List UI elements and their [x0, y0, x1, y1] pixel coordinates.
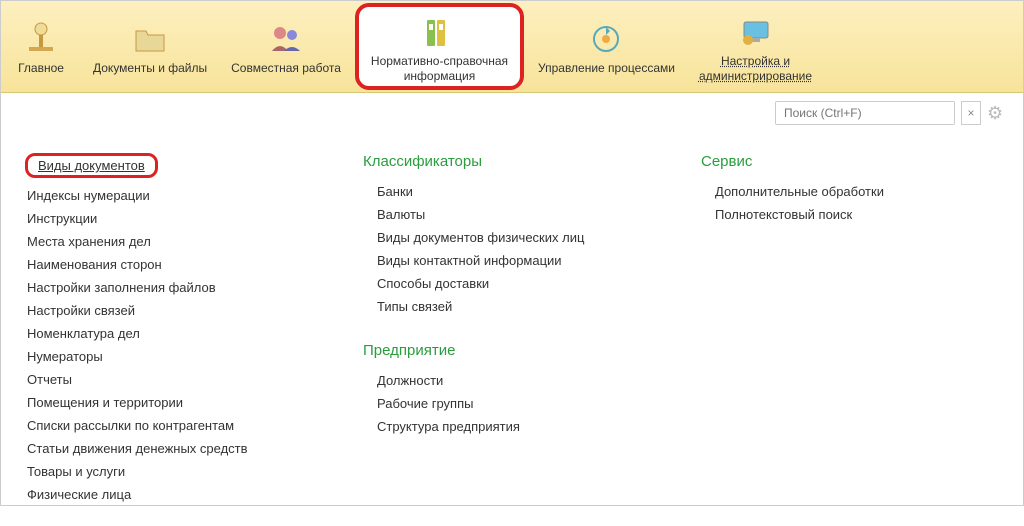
- enterprise-list: Должности Рабочие группы Структура предп…: [363, 369, 661, 438]
- list-item[interactable]: Рабочие группы: [363, 392, 661, 415]
- list-item[interactable]: Типы связей: [363, 295, 661, 318]
- list-item[interactable]: Полнотекстовый поиск: [701, 203, 999, 226]
- list-item[interactable]: Виды документов физических лиц: [363, 226, 661, 249]
- search-input[interactable]: [775, 101, 955, 125]
- folder-icon: [132, 21, 168, 57]
- section-title-classifiers: Классификаторы: [363, 153, 661, 170]
- list-item[interactable]: Места хранения дел: [25, 230, 323, 253]
- toolbar-reference[interactable]: Нормативно-справочная информация: [355, 3, 524, 90]
- list-item[interactable]: Номенклатура дел: [25, 322, 323, 345]
- people-icon: [268, 21, 304, 57]
- col1-list: Индексы нумерации Инструкции Места хране…: [25, 184, 323, 506]
- toolbar-collab-label: Совместная работа: [231, 61, 341, 75]
- list-item[interactable]: Помещения и территории: [25, 391, 323, 414]
- toolbar-process-label: Управление процессами: [538, 61, 675, 75]
- search-bar: × ⚙: [1, 93, 1023, 133]
- main-toolbar: Главное Документы и файлы Совместная раб…: [1, 1, 1023, 93]
- list-item[interactable]: Инструкции: [25, 207, 323, 230]
- toolbar-reference-label: Нормативно-справочная информация: [371, 54, 508, 83]
- list-item[interactable]: Физические лица: [25, 483, 323, 506]
- list-item[interactable]: Нумераторы: [25, 345, 323, 368]
- list-item[interactable]: Должности: [363, 369, 661, 392]
- list-item[interactable]: Наименования сторон: [25, 253, 323, 276]
- section-service: Сервис Дополнительные обработки Полнотек…: [701, 153, 999, 226]
- list-item[interactable]: Дополнительные обработки: [701, 180, 999, 203]
- toolbar-settings-label: Настройка и администрирование: [699, 54, 812, 83]
- service-list: Дополнительные обработки Полнотекстовый …: [701, 180, 999, 226]
- section-title-service: Сервис: [701, 153, 999, 170]
- classifiers-list: Банки Валюты Виды документов физических …: [363, 180, 661, 318]
- list-item[interactable]: Настройки заполнения файлов: [25, 276, 323, 299]
- column-3: Сервис Дополнительные обработки Полнотек…: [701, 153, 999, 506]
- content-area: Виды документов Индексы нумерации Инстру…: [1, 133, 1023, 526]
- toolbar-collab[interactable]: Совместная работа: [219, 1, 353, 92]
- monitor-icon: [738, 14, 774, 50]
- list-item[interactable]: Структура предприятия: [363, 415, 661, 438]
- list-item[interactable]: Статьи движения денежных средств: [25, 437, 323, 460]
- list-item[interactable]: Настройки связей: [25, 299, 323, 322]
- list-item[interactable]: Способы доставки: [363, 272, 661, 295]
- featured-link-document-types[interactable]: Виды документов: [25, 153, 158, 178]
- section-title-enterprise: Предприятие: [363, 342, 661, 359]
- list-item[interactable]: Списки рассылки по контрагентам: [25, 414, 323, 437]
- list-item[interactable]: Валюты: [363, 203, 661, 226]
- workflow-icon: [588, 21, 624, 57]
- section-classifiers: Классификаторы Банки Валюты Виды докумен…: [363, 153, 661, 318]
- binders-icon: [421, 14, 457, 50]
- list-item[interactable]: Банки: [363, 180, 661, 203]
- toolbar-main[interactable]: Главное: [1, 1, 81, 92]
- search-clear-button[interactable]: ×: [961, 101, 981, 125]
- toolbar-process[interactable]: Управление процессами: [526, 1, 687, 92]
- scale-icon: [23, 21, 59, 57]
- column-1: Виды документов Индексы нумерации Инстру…: [25, 153, 323, 506]
- gear-icon[interactable]: ⚙: [987, 103, 1007, 123]
- column-2: Классификаторы Банки Валюты Виды докумен…: [363, 153, 661, 506]
- toolbar-main-label: Главное: [18, 61, 64, 75]
- list-item[interactable]: Товары и услуги: [25, 460, 323, 483]
- toolbar-docs[interactable]: Документы и файлы: [81, 1, 219, 92]
- toolbar-settings[interactable]: Настройка и администрирование: [687, 1, 824, 92]
- section-enterprise: Предприятие Должности Рабочие группы Стр…: [363, 342, 661, 438]
- list-item[interactable]: Отчеты: [25, 368, 323, 391]
- list-item[interactable]: Индексы нумерации: [25, 184, 323, 207]
- list-item[interactable]: Виды контактной информации: [363, 249, 661, 272]
- toolbar-docs-label: Документы и файлы: [93, 61, 207, 75]
